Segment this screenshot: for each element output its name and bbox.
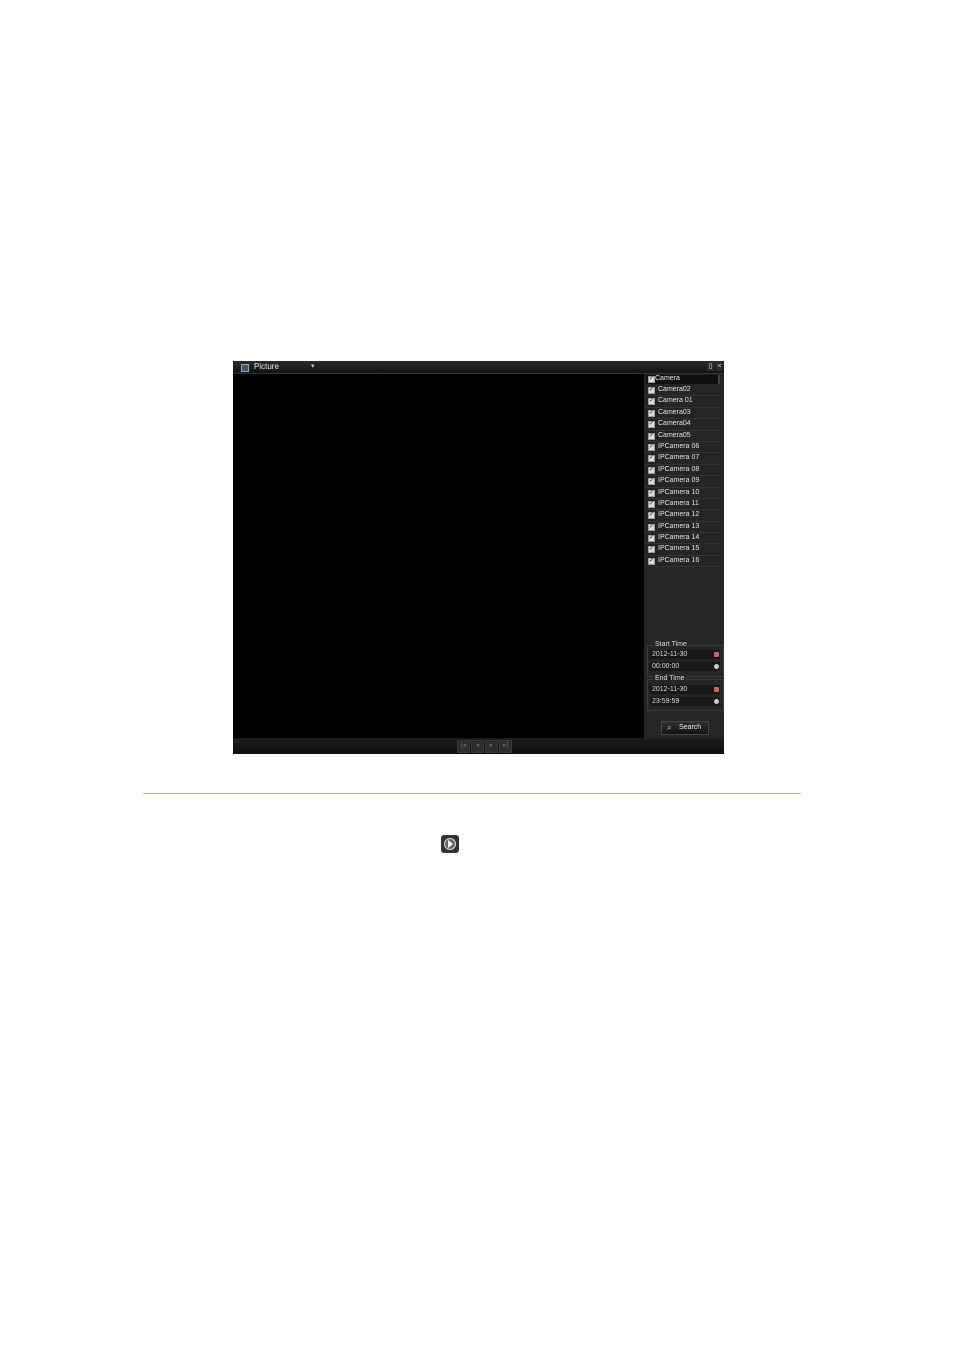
camera-checkbox[interactable]: ✓ (648, 443, 655, 451)
camera-checkbox[interactable]: ✓ (648, 432, 655, 440)
previous-page-button[interactable]: ◂ (471, 740, 484, 753)
select-all-checkbox[interactable]: ✓ (648, 376, 655, 383)
camera-list-item[interactable]: ✓ IPCamera 12 (645, 510, 721, 522)
search-sidebar: ✓ Camera ✓ Camera02 ✓ Camera 01 ✓ Camera03 … (644, 374, 724, 738)
camera-list-item[interactable]: ✓ IPCamera 14 (645, 533, 721, 545)
start-date-field[interactable]: 2012-11-30 (650, 650, 720, 659)
close-button[interactable]: × (716, 363, 723, 371)
camera-label: Camera02 (658, 386, 691, 393)
camera-list-item[interactable]: ✓ Camera02 (645, 385, 721, 397)
camera-list-item[interactable]: ✓ IPCamera 16 (645, 556, 721, 568)
camera-label: IPCamera 11 (658, 499, 699, 507)
end-date-value: 2012-11-30 (652, 686, 688, 693)
search-button-label: Search (679, 724, 702, 731)
camera-list-item[interactable]: ✓ IPCamera 06 (645, 442, 721, 454)
camera-checkbox[interactable]: ✓ (648, 478, 655, 486)
camera-checkbox[interactable]: ✓ (648, 398, 655, 406)
picture-mode-icon (241, 364, 249, 372)
end-time-value: 23:59:59 (652, 698, 680, 705)
camera-list-item[interactable]: ✓ IPCamera 15 (645, 544, 721, 556)
playback-toolbar: |◂ ◂ ▸ ▸| (233, 738, 724, 754)
next-page-button[interactable]: ▸ (485, 740, 498, 753)
last-page-button[interactable]: ▸| (499, 740, 512, 753)
clock-icon[interactable] (714, 664, 719, 669)
calendar-icon[interactable] (714, 652, 719, 657)
camera-list: ✓ Camera02 ✓ Camera 01 ✓ Camera03 ✓ Camera04… (644, 385, 724, 568)
camera-list-item[interactable]: ✓ IPCamera 10 (645, 488, 721, 499)
camera-label: IPCamera 14 (658, 534, 700, 542)
camera-list-item[interactable]: ✓ Camera03 (645, 408, 721, 420)
camera-label: IPCamera 06 (658, 442, 700, 450)
mode-dropdown-arrow-icon[interactable]: ▾ (311, 362, 315, 370)
title-bar: Picture ▾ ▯ × (233, 361, 724, 374)
start-time-legend: Start Time (653, 641, 689, 648)
camera-list-item[interactable]: ✓ IPCamera 07 (645, 453, 721, 465)
start-time-field[interactable]: 00:00:00 (650, 662, 720, 671)
maximize-button[interactable]: ▯ (707, 363, 714, 371)
camera-label: Camera 01 (658, 397, 693, 405)
first-page-button[interactable]: |◂ (457, 740, 470, 753)
camera-label: IPCamera 13 (658, 522, 700, 530)
camera-list-item[interactable]: ✓ Camera 01 (645, 396, 721, 408)
camera-list-item[interactable]: ✓ IPCamera 11 (645, 499, 721, 511)
play-triangle-icon (448, 840, 453, 848)
camera-checkbox[interactable]: ✓ (648, 523, 655, 531)
camera-checkbox[interactable]: ✓ (648, 409, 655, 417)
camera-label: IPCamera 12 (658, 511, 700, 519)
camera-checkbox[interactable]: ✓ (648, 455, 655, 463)
camera-list-item[interactable]: ✓ IPCamera 08 (645, 465, 721, 477)
camera-checkbox[interactable]: ✓ (648, 489, 655, 497)
camera-checkbox[interactable]: ✓ (648, 512, 655, 520)
camera-label: IPCamera 10 (658, 488, 700, 496)
camera-label: IPCamera 16 (658, 556, 700, 564)
camera-checkbox[interactable]: ✓ (648, 466, 655, 474)
camera-checkbox[interactable]: ✓ (648, 557, 655, 565)
calendar-icon[interactable] (714, 687, 719, 692)
camera-list-item[interactable]: ✓ IPCamera 13 (645, 522, 721, 534)
camera-checkbox[interactable]: ✓ (648, 421, 655, 429)
clock-icon[interactable] (714, 699, 719, 704)
camera-label: IPCamera 09 (658, 477, 700, 485)
camera-select-all[interactable]: ✓ Camera (646, 375, 720, 384)
end-time-group: End Time 2012-11-30 23:59:59 (647, 675, 724, 711)
end-date-field[interactable]: 2012-11-30 (650, 685, 720, 694)
camera-label: Camera05 (658, 431, 691, 439)
camera-list-item[interactable]: ✓ Camera04 (645, 419, 721, 431)
camera-checkbox[interactable]: ✓ (648, 387, 655, 394)
camera-label: IPCamera 15 (658, 545, 700, 553)
camera-list-item[interactable]: ✓ Camera05 (645, 431, 721, 442)
magnifier-icon: ⌕ (667, 723, 672, 732)
start-time-value: 00:00:00 (652, 663, 680, 670)
camera-header-label: Camera (655, 375, 680, 382)
page-navigation: |◂ ◂ ▸ ▸| (457, 740, 512, 753)
mode-label[interactable]: Picture (254, 362, 279, 371)
start-date-value: 2012-11-30 (652, 651, 688, 658)
camera-label: IPCamera 07 (658, 454, 700, 462)
camera-checkbox[interactable]: ✓ (648, 500, 655, 508)
camera-checkbox[interactable]: ✓ (648, 535, 655, 543)
start-time-group: Start Time 2012-11-30 00:00:00 (647, 641, 724, 677)
camera-checkbox[interactable]: ✓ (648, 546, 655, 554)
section-divider (143, 793, 801, 794)
camera-label: Camera04 (658, 420, 691, 428)
camera-label: IPCamera 08 (658, 465, 700, 473)
camera-label: Camera03 (658, 408, 691, 416)
picture-search-window: Picture ▾ ▯ × ✓ Camera ✓ Camera02 ✓ Camera… (233, 361, 724, 754)
search-button[interactable]: ⌕ Search (661, 721, 709, 735)
camera-list-item[interactable]: ✓ IPCamera 09 (645, 476, 721, 488)
end-time-field[interactable]: 23:59:59 (650, 697, 720, 706)
end-time-legend: End Time (653, 675, 687, 682)
play-icon (441, 835, 459, 853)
result-display-area[interactable] (233, 374, 644, 738)
